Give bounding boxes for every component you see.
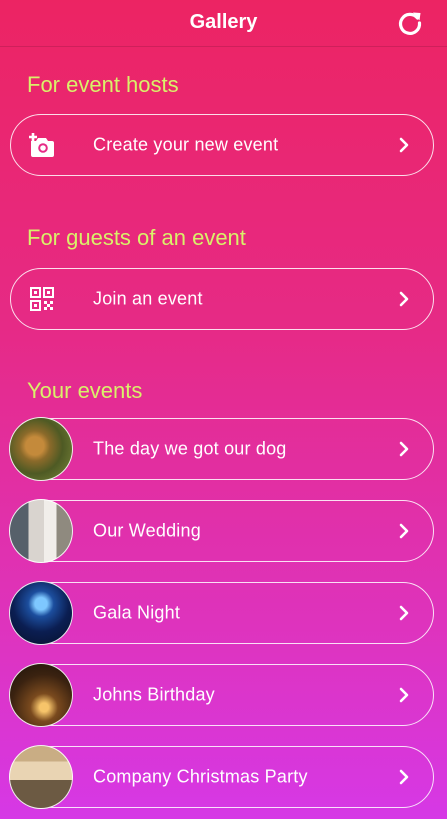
event-item-dog[interactable]: The day we got our dog (9, 417, 434, 481)
join-event-button[interactable]: Join an event (10, 268, 434, 330)
event-thumbnail (9, 417, 73, 481)
event-thumbnail (9, 663, 73, 727)
refresh-button[interactable] (394, 7, 426, 39)
event-item-wedding[interactable]: Our Wedding (9, 499, 434, 563)
event-label: Johns Birthday (93, 684, 215, 705)
add-photo-camera-icon (27, 130, 57, 160)
hosts-heading: For event hosts (27, 72, 179, 97)
qr-code-icon (27, 284, 57, 314)
page-title: Gallery (189, 11, 258, 33)
chevron-right-icon (399, 441, 409, 457)
top-bar: Gallery (0, 0, 447, 47)
chevron-right-icon (399, 687, 409, 703)
event-label: Our Wedding (93, 520, 201, 541)
event-item-christmas-party[interactable]: Company Christmas Party (9, 745, 434, 809)
create-event-button[interactable]: Create your new event (10, 114, 434, 176)
chevron-right-icon (399, 605, 409, 621)
event-label: Company Christmas Party (93, 766, 308, 787)
event-label: Gala Night (93, 602, 181, 623)
your-events-heading: Your events (27, 378, 143, 403)
event-label: The day we got our dog (93, 438, 287, 459)
create-event-label: Create your new event (93, 134, 279, 155)
guests-heading: For guests of an event (27, 225, 246, 250)
event-thumbnail (9, 499, 73, 563)
chevron-right-icon (399, 137, 409, 153)
event-thumbnail (9, 581, 73, 645)
refresh-icon (399, 12, 422, 35)
chevron-right-icon (399, 523, 409, 539)
chevron-right-icon (399, 291, 409, 307)
event-thumbnail (9, 745, 73, 809)
event-item-gala[interactable]: Gala Night (9, 581, 434, 645)
event-item-birthday[interactable]: Johns Birthday (9, 663, 434, 727)
join-event-label: Join an event (93, 288, 203, 309)
chevron-right-icon (399, 769, 409, 785)
